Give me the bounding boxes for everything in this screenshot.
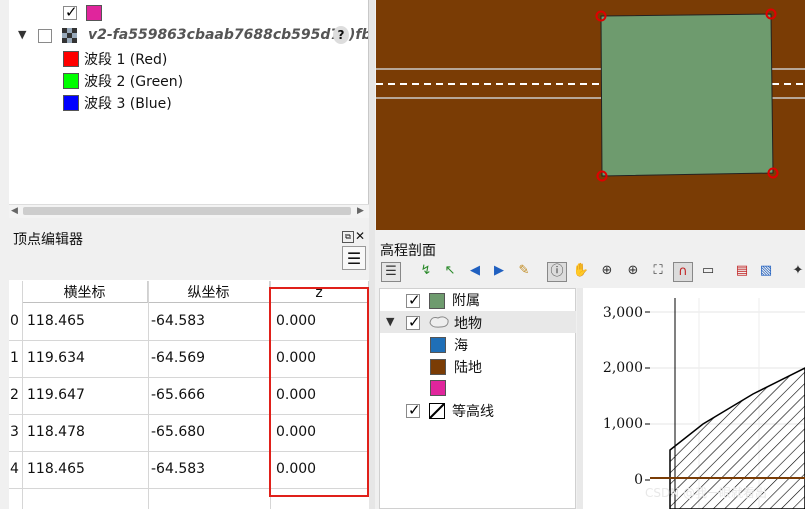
band-green-label: 波段 2 (Green): [84, 74, 184, 90]
polygon-feature[interactable]: [600, 13, 774, 177]
cell-x[interactable]: 119.647: [27, 387, 85, 403]
clear-icon[interactable]: ✎: [515, 262, 533, 280]
help-icon[interactable]: ?: [333, 26, 349, 44]
z-column-highlight: [269, 287, 369, 497]
layer-checkbox[interactable]: [63, 3, 78, 21]
divider: [22, 281, 23, 509]
line-layer-icon: [429, 403, 445, 419]
row-index: 3: [10, 424, 19, 440]
layer-checkbox[interactable]: [406, 313, 421, 331]
next-icon[interactable]: ▶: [490, 262, 508, 280]
raster-layer-checkbox[interactable]: [38, 29, 52, 43]
scrollbar-thumb[interactable]: [23, 207, 351, 215]
cell-x[interactable]: 119.634: [27, 350, 85, 366]
category-swatch: [430, 359, 446, 375]
vertex-editor-title: 顶点编辑器: [13, 232, 83, 248]
identify-icon[interactable]: ⓘ: [547, 262, 567, 282]
expand-arrow-icon[interactable]: ▼: [18, 28, 26, 41]
layer-color-swatch: [429, 293, 445, 309]
cell-y[interactable]: -64.569: [151, 350, 205, 366]
map-canvas[interactable]: [376, 0, 805, 230]
export-pdf-icon[interactable]: ▤: [733, 262, 751, 280]
row-index: 0: [10, 313, 19, 329]
raster-layer-name-tail: )fb: [349, 27, 368, 43]
zoom-in-icon[interactable]: ⊕: [624, 262, 642, 280]
settings-icon[interactable]: ✦: [789, 262, 805, 280]
layers-panel: ▼ v2-fa559863cbaab7688cb595d7 ? )fb 波段 1…: [9, 0, 369, 204]
distance-icon[interactable]: ▭: [699, 262, 717, 280]
layers-horizontal-scrollbar[interactable]: ◀ ▶: [9, 204, 369, 218]
tree-item-label[interactable]: 地物: [454, 313, 482, 333]
layer-checkbox[interactable]: [406, 291, 421, 309]
watermark: CSDN @我一眼就看出: [645, 486, 768, 500]
row-index: 1: [10, 350, 19, 366]
tree-item-label[interactable]: 等高线: [452, 401, 494, 421]
raster-layer-name[interactable]: v2-fa559863cbaab7688cb595d7: [88, 27, 340, 43]
row-index: 4: [10, 461, 19, 477]
layer-tree-toggle-icon[interactable]: ☰: [381, 262, 401, 282]
polygon-layer-icon: [428, 314, 450, 330]
cell-y[interactable]: -64.583: [151, 313, 205, 329]
cell-x[interactable]: 118.465: [27, 313, 85, 329]
elevation-layer-tree: 附属 ▼ 地物 海 陆地 等高线: [379, 288, 576, 509]
tree-item-label: 海: [454, 338, 468, 354]
cell-y[interactable]: -65.666: [151, 387, 205, 403]
pan-icon[interactable]: ✋: [572, 262, 590, 280]
band-blue-swatch: [63, 95, 79, 111]
capture-curve-icon[interactable]: ↯: [417, 262, 435, 280]
cell-y[interactable]: -64.583: [151, 461, 205, 477]
previous-icon[interactable]: ◀: [466, 262, 484, 280]
expand-arrow-icon[interactable]: ▼: [386, 315, 394, 328]
cell-x[interactable]: 118.478: [27, 424, 85, 440]
snap-icon[interactable]: ∩: [673, 262, 693, 282]
column-header-y[interactable]: 纵坐标: [148, 281, 270, 303]
band-green-swatch: [63, 73, 79, 89]
capture-feature-icon[interactable]: ↖: [441, 262, 459, 280]
scroll-right-icon[interactable]: ▶: [357, 206, 364, 216]
layer-color-swatch: [86, 5, 102, 21]
elevation-profile-title: 高程剖面: [380, 243, 436, 259]
scroll-left-icon[interactable]: ◀: [11, 206, 18, 216]
raster-layer-icon: [62, 28, 78, 44]
row-index: 2: [10, 387, 19, 403]
vertex-editor-menu-button[interactable]: ☰: [342, 246, 366, 270]
layer-checkbox[interactable]: [406, 401, 421, 419]
close-panel-icon[interactable]: ✕: [355, 229, 365, 243]
export-image-icon[interactable]: ▧: [757, 262, 775, 280]
band-blue-label: 波段 3 (Blue): [84, 96, 172, 112]
panel-splitter[interactable]: [577, 288, 583, 509]
cell-y[interactable]: -65.680: [151, 424, 205, 440]
column-header-x[interactable]: 横坐标: [22, 281, 148, 303]
float-panel-icon[interactable]: ⧉: [342, 231, 354, 243]
category-swatch: [430, 337, 446, 353]
band-red-label: 波段 1 (Red): [84, 52, 168, 68]
map-svg: [376, 8, 805, 182]
divider: [148, 281, 149, 509]
zoom-full-icon[interactable]: ⛶: [649, 262, 667, 280]
cell-x[interactable]: 118.465: [27, 461, 85, 477]
panel-splitter[interactable]: [369, 0, 375, 509]
tree-item-label[interactable]: 附属: [452, 290, 480, 310]
elevation-chart[interactable]: 3,000 2,000 1,000 0 CSDN @我一眼就看出: [583, 288, 805, 509]
chart-plot: [645, 298, 805, 509]
tree-item-label: 陆地: [454, 360, 482, 376]
zoom-x-icon[interactable]: ⊕: [598, 262, 616, 280]
category-swatch: [430, 380, 446, 396]
band-red-swatch: [63, 51, 79, 67]
